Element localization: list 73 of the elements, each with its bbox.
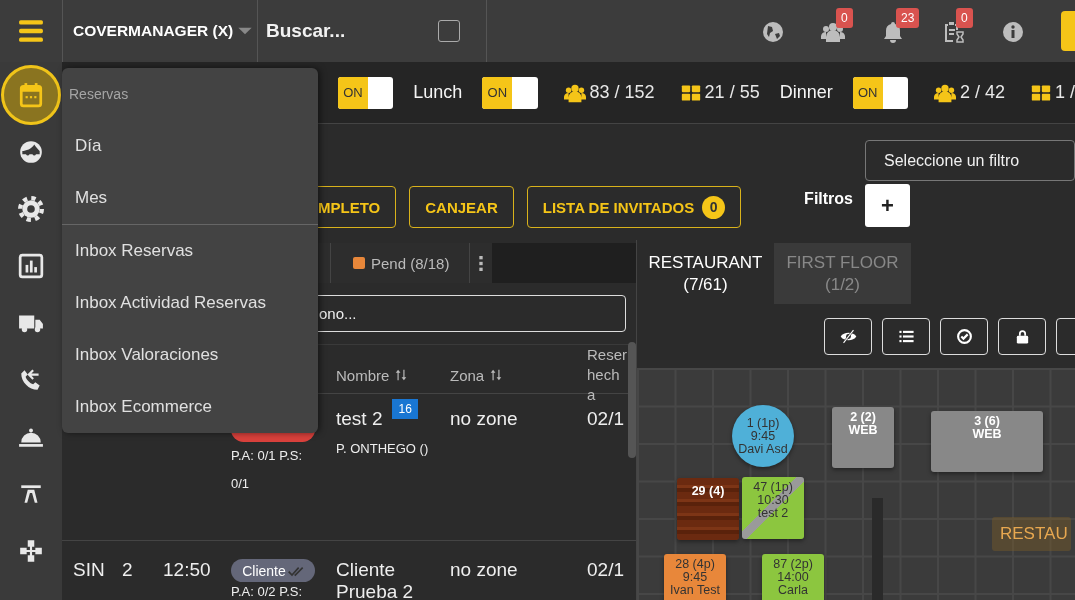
pax-info: P.A: 0/2 P.S: <box>231 583 304 600</box>
count-badge: 0 <box>956 7 973 28</box>
zone-label: RESTAU <box>992 517 1071 551</box>
add-filter-button[interactable]: + <box>865 184 910 227</box>
list-icon <box>897 328 915 345</box>
count-badge: 0 <box>702 195 726 219</box>
dining-table[interactable]: 87 (2p) 14:00 Carla <box>762 554 824 600</box>
menu-item[interactable]: Inbox Reservas <box>62 225 318 277</box>
guest-note: P. ONTHEGO () <box>336 441 430 456</box>
dining-table[interactable]: 28 (4p) 9:45 Ivan Test <box>664 554 726 600</box>
table-cell-text: SIN <box>73 559 106 581</box>
status-badge[interactable]: Cliente <box>231 559 315 582</box>
table-cell-text: no zone <box>450 408 519 430</box>
eye-slash-tool-button[interactable] <box>824 318 872 355</box>
shift-label: Dinner <box>779 82 833 103</box>
guest-name[interactable]: Cliente Prueba 2 <box>336 559 450 600</box>
action-button[interactable]: CANJEAR <box>409 186 514 228</box>
guest-name[interactable]: test 2 <box>336 408 383 430</box>
check-circle-icon <box>955 328 973 345</box>
info-icon <box>1001 19 1025 44</box>
tables-count: 1 / <box>1055 82 1075 103</box>
table-cell-text: 02/1 <box>587 408 625 430</box>
tables-count: 21 / 55 <box>704 82 760 103</box>
check-tool-button[interactable] <box>940 318 988 355</box>
filters-label: Filtros <box>804 189 853 208</box>
count-badge: 23 <box>896 7 920 28</box>
menu-header: Reservas <box>69 86 129 102</box>
table-cell-text: 2 <box>122 559 134 581</box>
column-header[interactable]: Reser hecha <box>587 345 627 405</box>
shift-toggle[interactable]: ON <box>852 76 908 109</box>
shift-toggle[interactable]: ON <box>338 76 394 109</box>
sort-icon <box>394 368 409 382</box>
menu-item[interactable]: Inbox Valoraciones <box>62 329 318 381</box>
dining-table[interactable]: 29 (4) <box>677 478 739 540</box>
covers-count: 83 / 152 <box>589 82 655 103</box>
kebab-icon <box>479 255 484 271</box>
column-header[interactable]: Zona <box>450 366 485 384</box>
visits-badge: 16 <box>392 399 418 419</box>
table-cell-text: no zone <box>450 559 519 581</box>
menu-icon <box>18 18 44 44</box>
scrollbar[interactable] <box>628 342 636 458</box>
dining-table[interactable]: 2 (2) WEB <box>832 407 894 468</box>
search-field[interactable]: Buscar... <box>264 19 428 43</box>
menu-item[interactable]: Día <box>62 120 318 172</box>
count-badge: 0 <box>836 7 853 28</box>
menu-item[interactable]: Inbox Ecommerce <box>62 381 318 433</box>
shift-label: Lunch <box>413 82 463 103</box>
table-cell-text: 02/1 <box>587 559 625 581</box>
covers-count: 2 / 42 <box>959 82 1005 103</box>
puzzle-icon <box>18 537 44 564</box>
list-tool-button[interactable] <box>882 318 930 355</box>
eye-slash-icon <box>839 328 857 345</box>
bell-button[interactable]: 23 <box>863 6 923 56</box>
table-cell-text: 12:50 <box>163 559 212 581</box>
lock-tool-button[interactable] <box>998 318 1046 355</box>
calendar-nav-button[interactable] <box>1 64 61 125</box>
column-header[interactable]: Nombre <box>336 366 390 384</box>
people-button[interactable]: 0 <box>803 6 863 56</box>
dining-table[interactable]: 3 (6) WEB <box>931 411 1043 472</box>
action-button[interactable]: LISTA DE INVITADOS 0 <box>526 186 742 228</box>
checkbox[interactable] <box>438 20 460 42</box>
list-tab[interactable]: Pend (8/18) <box>331 243 471 283</box>
account-name[interactable]: COVERMANAGER (X) <box>73 22 234 40</box>
pax-info: P.A: 0/1 P.S: 0/1 <box>231 447 304 493</box>
dining-table[interactable]: 1 (1p) 9:45 Davi Asd <box>732 405 794 467</box>
gear-icon <box>18 195 44 222</box>
filter-select[interactable]: Seleccione un filtro <box>865 140 1075 181</box>
shift-toggle[interactable]: ON <box>482 76 538 109</box>
calendar-icon <box>18 81 44 108</box>
clipboard-button[interactable]: 0 <box>923 6 983 56</box>
chart-icon <box>18 252 44 279</box>
sort-icon <box>489 368 504 382</box>
globe-icon <box>761 19 785 44</box>
